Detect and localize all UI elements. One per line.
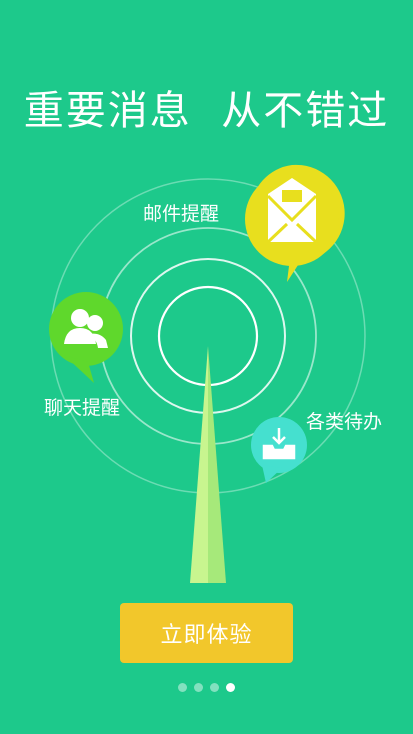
page-dot-2[interactable] (194, 683, 203, 692)
radar-beam (190, 346, 226, 583)
page-dot-1[interactable] (178, 683, 187, 692)
page-dot-3[interactable] (210, 683, 219, 692)
try-now-button[interactable]: 立即体验 (120, 603, 293, 663)
try-now-label: 立即体验 (160, 623, 253, 648)
page-indicator (0, 683, 413, 695)
todo-label: 各类待办 (306, 411, 383, 433)
chat-reminder-label: 聊天提醒 (44, 397, 121, 419)
mail-bubble (245, 164, 345, 282)
mail-reminder-label: 邮件提醒 (143, 203, 220, 225)
todo-bubble (251, 417, 307, 483)
chat-bubble (49, 292, 123, 383)
page-dot-4[interactable] (226, 683, 235, 692)
